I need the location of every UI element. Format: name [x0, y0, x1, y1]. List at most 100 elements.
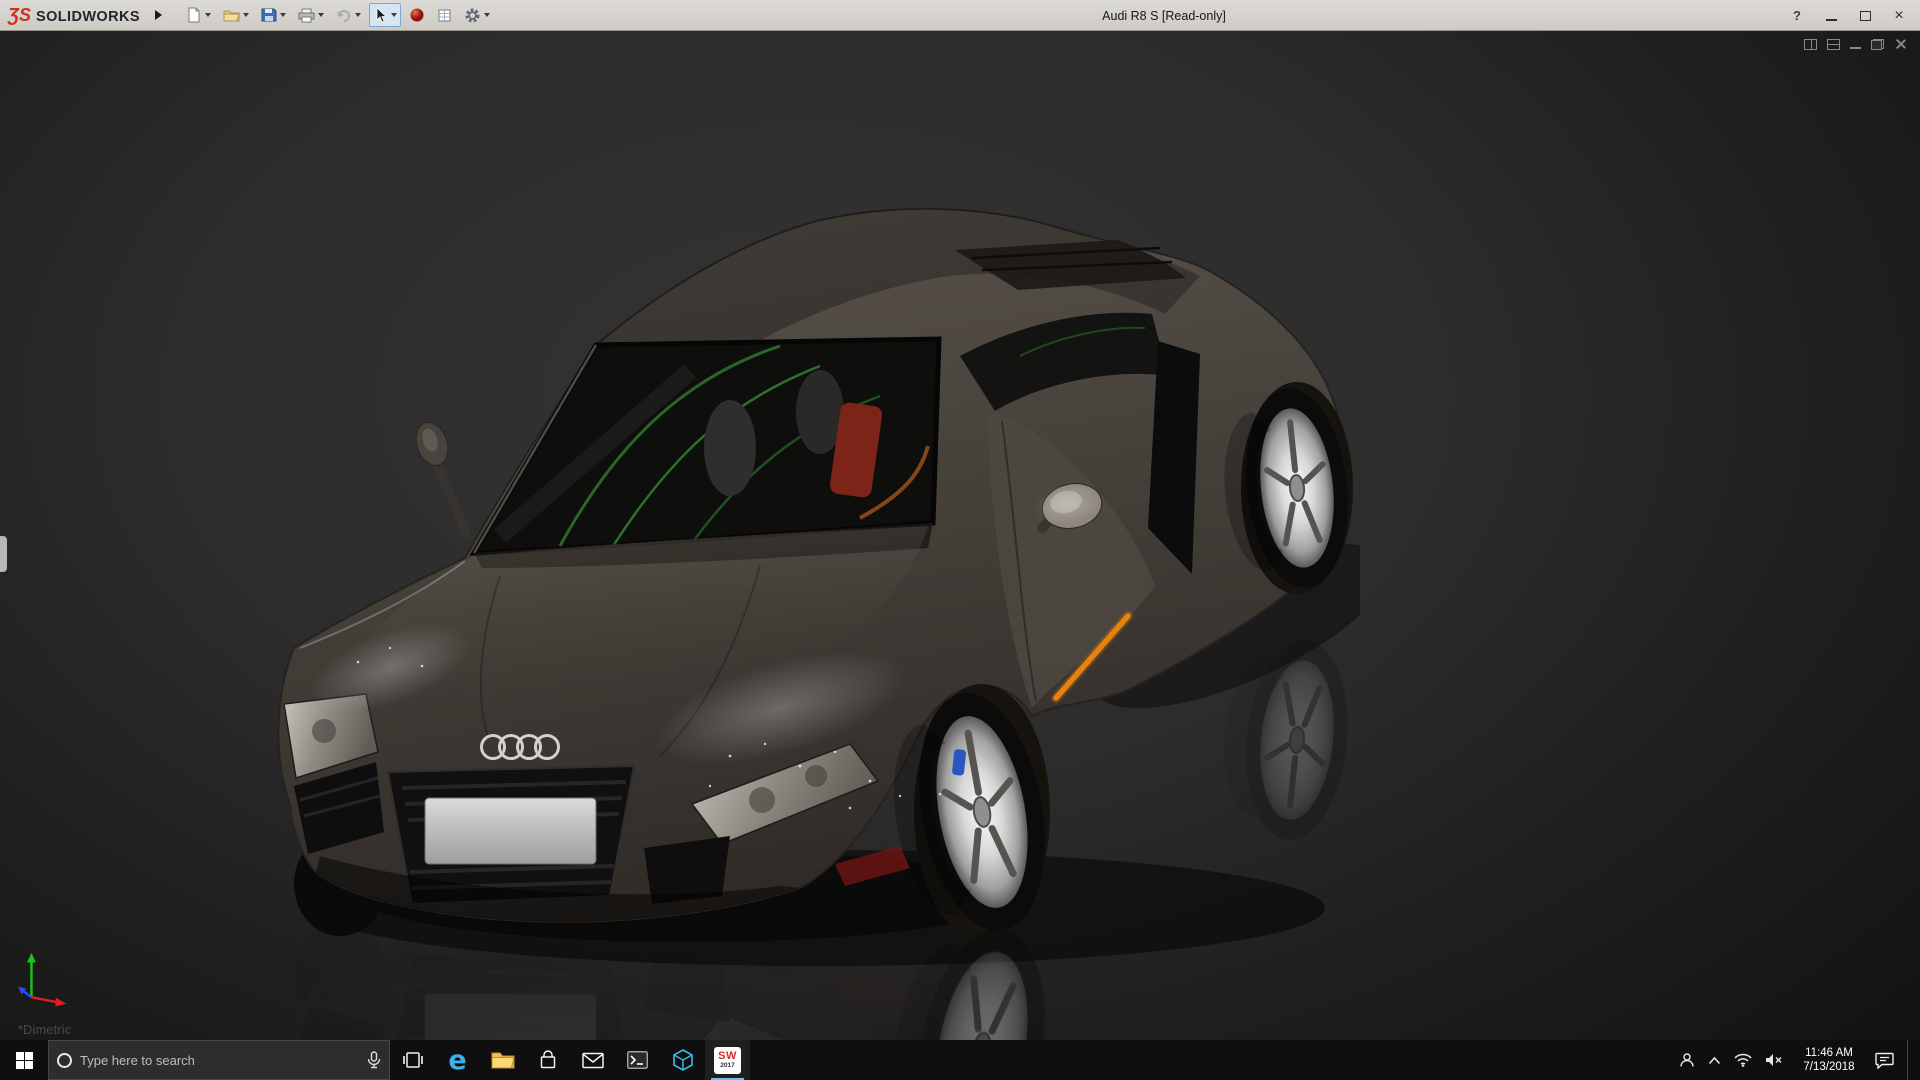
- system-tray: 11:46 AM 7/13/2018: [1679, 1040, 1920, 1080]
- microphone-icon[interactable]: [367, 1051, 381, 1069]
- taskbar-clock[interactable]: 11:46 AM 7/13/2018: [1796, 1046, 1862, 1074]
- document-title: Audi R8 S [Read-only]: [1102, 0, 1226, 31]
- flyout-triangle-icon: [155, 10, 162, 20]
- featuremanager-flyout-tab[interactable]: [0, 536, 7, 572]
- headlight-left-lens: [312, 719, 336, 743]
- mirror-left[interactable]: [411, 418, 466, 534]
- open-button[interactable]: [219, 3, 253, 27]
- doc-split-horizontal-button[interactable]: [1827, 39, 1840, 50]
- taskbar-icon-cube-app[interactable]: [660, 1040, 705, 1080]
- doc-minimize-icon: [1850, 47, 1861, 49]
- undo-button[interactable]: [332, 3, 365, 27]
- help-button[interactable]: ?: [1780, 0, 1814, 31]
- action-center-icon: [1875, 1052, 1894, 1069]
- maximize-button[interactable]: [1848, 0, 1882, 31]
- quick-access-toolbar: [182, 3, 494, 27]
- open-folder-icon: [223, 8, 240, 23]
- document-sheet-button[interactable]: [433, 3, 456, 27]
- close-icon: ×: [1894, 8, 1903, 24]
- app-title-bar: ƷS SOLIDWORKS: [0, 0, 1920, 31]
- split-horizontal-icon: [1827, 39, 1840, 50]
- taskbar-icon-task-view[interactable]: [390, 1040, 435, 1080]
- hidden-icons-chevron[interactable]: [1708, 1056, 1721, 1065]
- terminal-icon: [627, 1051, 648, 1069]
- doc-restore-icon: [1871, 39, 1884, 50]
- file-explorer-icon: [491, 1050, 515, 1070]
- taskbar-icon-store[interactable]: [525, 1040, 570, 1080]
- dropdown-arrow-icon: [243, 13, 249, 17]
- orientation-triad: [16, 949, 74, 1007]
- doc-close-button[interactable]: [1894, 38, 1906, 50]
- document-window-controls: [1804, 38, 1906, 50]
- dropdown-arrow-icon: [280, 13, 286, 17]
- dropdown-arrow-icon: [205, 13, 211, 17]
- new-document-icon: [186, 7, 202, 23]
- split-vertical-icon: [1804, 39, 1817, 50]
- print-icon: [298, 8, 315, 23]
- x-axis-arrow: [55, 998, 66, 1007]
- windows-logo-icon: [16, 1052, 33, 1069]
- menu-expand-arrow[interactable]: [150, 4, 168, 26]
- taskbar-icon-mail[interactable]: [570, 1040, 615, 1080]
- doc-minimize-button[interactable]: [1850, 40, 1861, 49]
- dropdown-arrow-icon: [318, 13, 324, 17]
- y-axis-arrow: [27, 953, 36, 963]
- headlight-right-lens2: [805, 765, 827, 787]
- select-tool-button[interactable]: [369, 3, 401, 27]
- dropdown-arrow-icon: [484, 13, 490, 17]
- cortana-icon: [57, 1053, 72, 1068]
- windows-taskbar: e: [0, 1040, 1920, 1080]
- view-orientation-label: *Dimetric: [18, 1023, 71, 1037]
- undo-arrow-icon: [336, 8, 352, 23]
- headlight-right-lens: [749, 787, 775, 813]
- search-input[interactable]: [80, 1053, 359, 1068]
- store-bag-icon: [538, 1050, 558, 1070]
- dropdown-arrow-icon: [391, 13, 397, 17]
- red-sphere-button[interactable]: [405, 3, 429, 27]
- tray-people-icon[interactable]: [1679, 1052, 1695, 1068]
- save-button[interactable]: [257, 3, 290, 27]
- taskbar-icon-solidworks[interactable]: SW 2017: [705, 1040, 750, 1080]
- doc-restore-button[interactable]: [1871, 39, 1884, 50]
- car-model[interactable]: [260, 196, 1360, 1040]
- taskbar-icon-edge[interactable]: e: [435, 1040, 480, 1080]
- close-button[interactable]: ×: [1882, 0, 1916, 31]
- minimize-icon: [1826, 19, 1837, 21]
- maximize-icon: [1860, 11, 1871, 21]
- solidworks-logo-mark: ƷS: [8, 6, 31, 24]
- help-glyph: ?: [1793, 8, 1801, 23]
- dropdown-arrow-icon: [355, 13, 361, 17]
- action-center-button[interactable]: [1875, 1052, 1894, 1069]
- license-plate[interactable]: [425, 798, 596, 864]
- taskbar-search[interactable]: [48, 1040, 390, 1080]
- doc-close-icon: [1894, 38, 1906, 50]
- z-axis: [23, 991, 32, 998]
- volume-muted-icon[interactable]: [1765, 1053, 1783, 1067]
- doc-split-vertical-button[interactable]: [1804, 39, 1817, 50]
- window-controls: ? ×: [1780, 0, 1916, 31]
- select-cursor-icon: [373, 7, 388, 23]
- car-body[interactable]: [278, 209, 1357, 945]
- minimize-button[interactable]: [1814, 0, 1848, 31]
- print-button[interactable]: [294, 3, 328, 27]
- taskbar-icon-terminal[interactable]: [615, 1040, 660, 1080]
- solidworks-logo: ƷS SOLIDWORKS: [0, 6, 150, 25]
- save-floppy-icon: [261, 7, 277, 23]
- clock-date: 7/13/2018: [1803, 1060, 1854, 1074]
- new-document-button[interactable]: [182, 3, 215, 27]
- options-gear-icon: [464, 7, 481, 24]
- taskbar-icon-file-explorer[interactable]: [480, 1040, 525, 1080]
- start-button[interactable]: [0, 1040, 48, 1080]
- solidworks-app-icon: SW 2017: [714, 1047, 741, 1074]
- screen: ƷS SOLIDWORKS: [0, 0, 1920, 1080]
- 3d-viewport[interactable]: *Dimetric: [0, 31, 1920, 1040]
- options-button[interactable]: [460, 3, 494, 27]
- show-desktop-button[interactable]: [1907, 1040, 1912, 1080]
- network-wifi-icon[interactable]: [1734, 1053, 1752, 1067]
- clock-time: 11:46 AM: [1805, 1046, 1853, 1060]
- cube-app-icon: [673, 1049, 693, 1071]
- edge-icon: e: [448, 1047, 466, 1074]
- document-sheet-icon: [437, 8, 452, 23]
- solidworks-logo-text: SOLIDWORKS: [36, 9, 140, 25]
- task-view-icon: [403, 1051, 423, 1069]
